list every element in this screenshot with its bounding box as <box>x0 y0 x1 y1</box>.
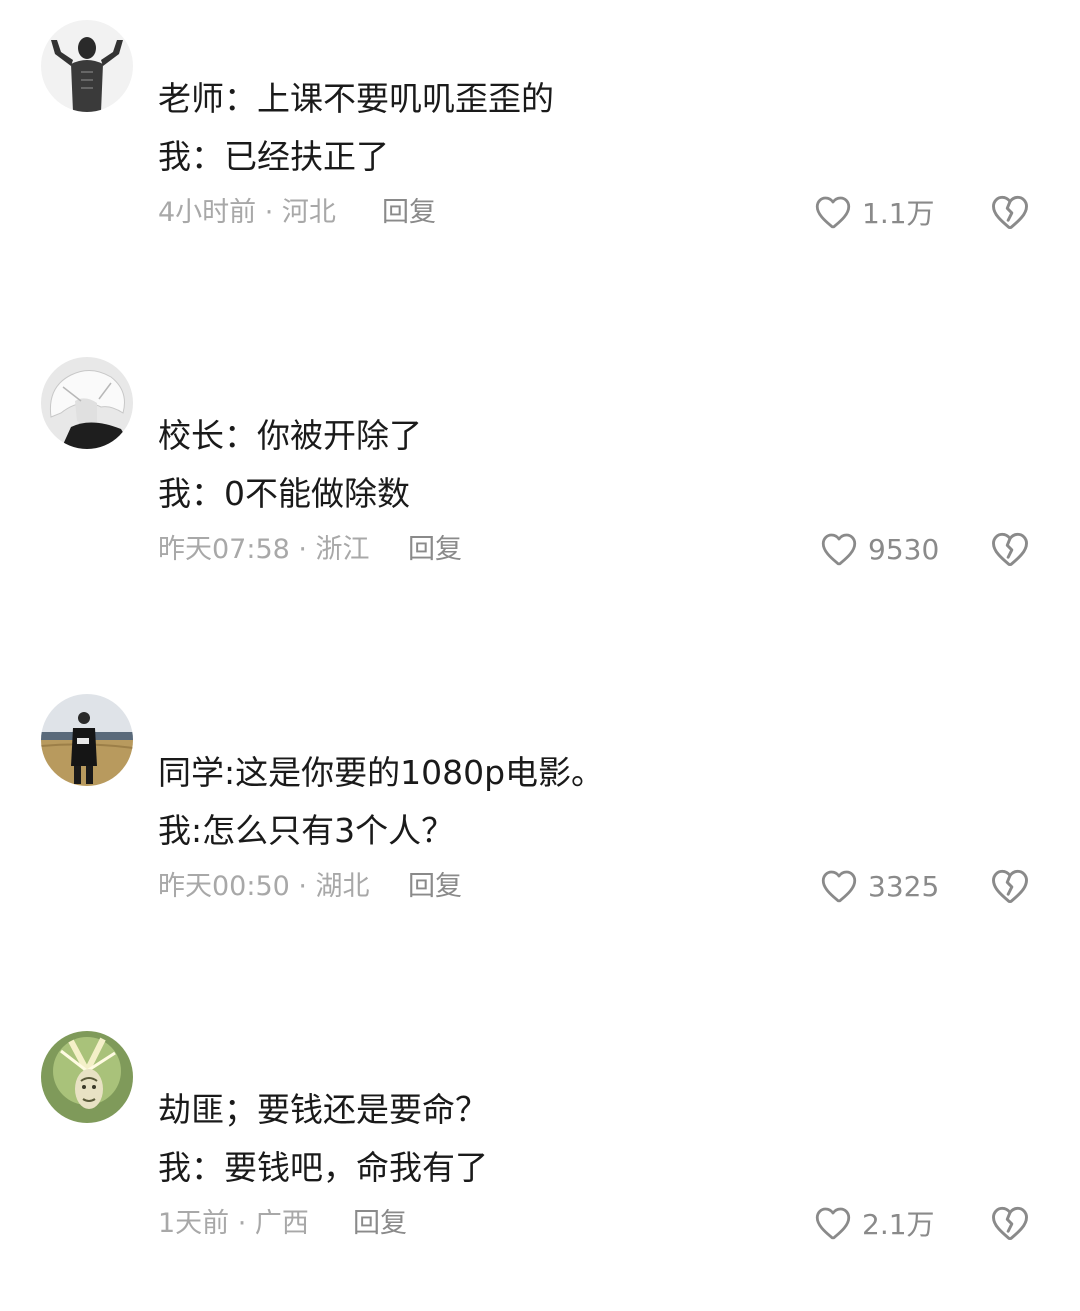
dislike-button[interactable] <box>988 190 1032 234</box>
like-count: 3325 <box>868 869 940 903</box>
broken-heart-icon <box>992 1206 1028 1241</box>
comment-text-line-2: 我:怎么只有3个人？ <box>158 811 455 850</box>
comment-item: 老师：上课不要叽叽歪歪的 我：已经扶正了 4小时前 · 河北 回复 1.1万 <box>0 0 1080 300</box>
dislike-button[interactable] <box>988 527 1032 571</box>
like-button[interactable]: 3325 <box>818 864 939 908</box>
heart-outline-icon <box>815 196 851 229</box>
comment-meta: 1天前 · 广西 <box>158 1208 309 1239</box>
like-count: 9530 <box>868 532 940 566</box>
comment-text-line-2: 我：0不能做除数 <box>158 474 410 513</box>
like-count: 1.1万 <box>862 197 935 230</box>
comment-meta: 昨天07:58 · 浙江 <box>158 534 370 565</box>
heart-outline-icon <box>821 870 857 903</box>
comment-text-line-1: 同学:这是你要的1080p电影。 <box>158 753 605 792</box>
comment-text-line-1: 校长：你被开除了 <box>158 416 422 455</box>
comment-meta: 4小时前 · 河北 <box>158 197 336 228</box>
comment-item: 校长：你被开除了 我：0不能做除数 昨天07:58 · 浙江 回复 9530 <box>0 337 1080 637</box>
like-button[interactable]: 9530 <box>818 527 939 571</box>
like-button[interactable]: 1.1万 <box>812 190 935 234</box>
dislike-button[interactable] <box>988 864 1032 908</box>
muscular-man-avatar <box>41 20 133 112</box>
comment-text-line-2: 我：已经扶正了 <box>158 137 389 176</box>
comment-meta: 昨天00:50 · 湖北 <box>158 871 370 902</box>
broken-heart-icon <box>992 532 1028 567</box>
like-count: 2.1万 <box>862 1208 935 1241</box>
avatar[interactable] <box>41 357 133 449</box>
heart-outline-icon <box>815 1207 851 1240</box>
dislike-button[interactable] <box>988 1201 1032 1245</box>
avatar[interactable] <box>41 694 133 786</box>
man-in-field-avatar <box>41 694 133 786</box>
comment-text-line-1: 劫匪；要钱还是要命？ <box>158 1090 488 1129</box>
comment-text-line-1: 老师：上课不要叽叽歪歪的 <box>158 79 554 118</box>
broken-heart-icon <box>992 869 1028 904</box>
avatar[interactable] <box>41 20 133 112</box>
green-cartoon-avatar <box>41 1031 133 1123</box>
comment-item: 劫匪；要钱还是要命？ 我：要钱吧，命我有了 1天前 · 广西 回复 2.1万 <box>0 1011 1080 1311</box>
reply-button[interactable]: 回复 <box>408 533 462 567</box>
reply-button[interactable]: 回复 <box>408 870 462 904</box>
comment-item: 同学:这是你要的1080p电影。 我:怎么只有3个人？ 昨天00:50 · 湖北… <box>0 674 1080 974</box>
comment-text-line-2: 我：要钱吧，命我有了 <box>158 1148 488 1187</box>
white-hair-anime-avatar <box>41 357 133 449</box>
reply-button[interactable]: 回复 <box>353 1207 407 1241</box>
heart-outline-icon <box>821 533 857 566</box>
broken-heart-icon <box>992 195 1028 230</box>
reply-button[interactable]: 回复 <box>382 196 436 230</box>
avatar[interactable] <box>41 1031 133 1123</box>
like-button[interactable]: 2.1万 <box>812 1201 935 1245</box>
